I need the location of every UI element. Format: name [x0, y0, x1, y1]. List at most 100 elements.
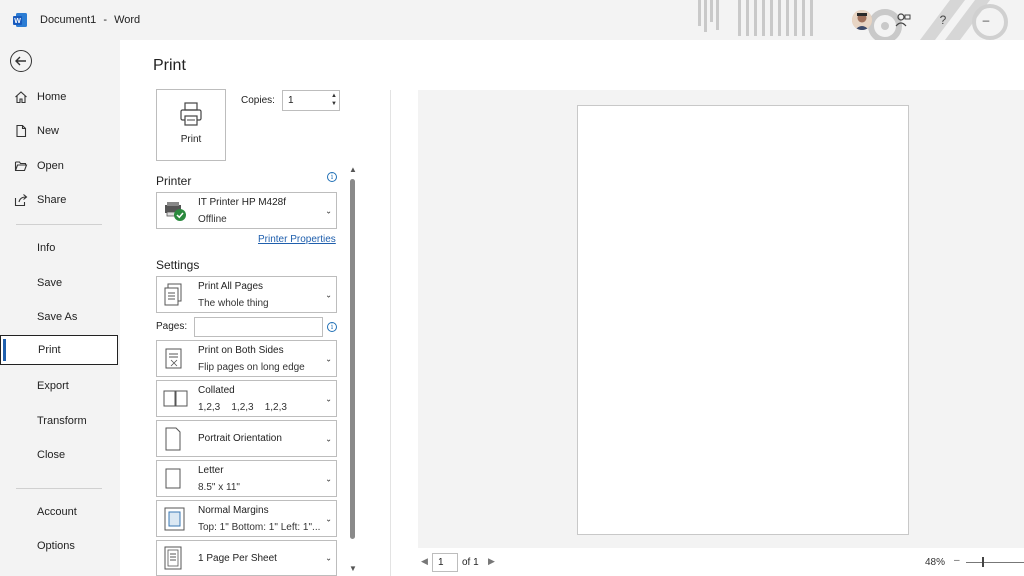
print-range-select[interactable]: Print All Pages The whole thing ⌄	[156, 276, 337, 313]
printer-status-icon	[165, 201, 186, 221]
duplex-icon	[165, 348, 182, 368]
orientation-title: Portrait Orientation	[198, 433, 282, 444]
nav-item-transform[interactable]: Transform	[0, 406, 118, 436]
page-title: Print	[153, 57, 186, 74]
print-range-desc: The whole thing	[198, 298, 269, 309]
pages-info-icon[interactable]: i	[327, 322, 337, 332]
back-arrow-icon	[15, 56, 26, 66]
nav-label-save-as: Save As	[37, 311, 78, 323]
copies-value: 1	[288, 95, 294, 106]
copies-label: Copies:	[241, 95, 275, 106]
print-button-label: Print	[180, 134, 202, 145]
panel-divider	[390, 90, 391, 576]
print-button[interactable]: Print	[156, 89, 226, 161]
copies-stepper[interactable]: 1 ▲ ▼	[282, 90, 340, 111]
folder-open-icon	[14, 161, 28, 172]
print-view: Print Print Copies: 1 ▲ ▼ Printer i IT Pr…	[120, 40, 1024, 576]
nav-label-close: Close	[37, 449, 66, 461]
zoom-out-icon[interactable]: –	[954, 555, 960, 566]
zoom-slider-thumb[interactable]	[982, 557, 984, 567]
nav-label-save: Save	[37, 277, 63, 289]
collation-select[interactable]: Collated 1,2,3 1,2,3 1,2,3 ⌄	[156, 380, 337, 417]
scroll-thumb[interactable]	[350, 179, 355, 539]
paper-size-select[interactable]: Letter 8.5" x 11" ⌄	[156, 460, 337, 497]
scroll-up-arrow-icon[interactable]: ▲	[349, 165, 357, 174]
app-name: Word	[114, 14, 141, 26]
collation-title: Collated	[198, 385, 235, 396]
backstage-nav: Home New Open Share Info Save Save As Pr…	[0, 40, 120, 576]
printer-icon	[180, 102, 202, 126]
nav-label-info: Info	[37, 242, 56, 254]
nav-item-save[interactable]: Save	[0, 268, 118, 298]
nav-item-export[interactable]: Export	[0, 371, 118, 401]
nav-item-open[interactable]: Open	[0, 151, 118, 181]
chevron-down-icon: ⌄	[325, 474, 332, 483]
share-icon	[14, 194, 28, 207]
nav-label-account: Account	[37, 506, 77, 518]
nav-item-close[interactable]: Close	[0, 440, 118, 470]
printer-info-icon[interactable]: i	[327, 172, 337, 182]
preview-page	[577, 105, 909, 535]
nav-item-home[interactable]: Home	[0, 82, 118, 112]
nav-label-export: Export	[37, 380, 69, 392]
printer-select[interactable]: IT Printer HP M428f Offline ⌄	[156, 192, 337, 229]
nav-label-share: Share	[37, 194, 67, 206]
printer-section-title: Printer	[156, 174, 192, 188]
margins-title: Normal Margins	[198, 505, 269, 516]
chevron-down-icon: ⌄	[325, 206, 332, 215]
collated-icon	[163, 390, 188, 406]
page-number-input[interactable]: 1	[432, 553, 458, 572]
coauthoring-icon[interactable]	[895, 12, 911, 28]
nav-item-print[interactable]: Print	[0, 335, 118, 365]
duplex-desc: Flip pages on long edge	[198, 362, 305, 373]
help-icon[interactable]: ?	[935, 12, 951, 28]
printer-properties-link[interactable]: Printer Properties	[258, 234, 336, 245]
pages-label: Pages:	[156, 321, 188, 332]
new-doc-icon	[16, 124, 27, 138]
margins-select[interactable]: Normal Margins Top: 1" Bottom: 1" Left: …	[156, 500, 337, 537]
copies-spinner[interactable]: ▲ ▼	[331, 92, 337, 108]
nav-item-account[interactable]: Account	[0, 497, 118, 527]
back-button[interactable]	[10, 50, 32, 72]
nav-item-options[interactable]: Options	[0, 531, 118, 561]
zoom-slider[interactable]	[966, 562, 1024, 563]
preview-footer: ◀ 1 of 1 ▶ 48% –	[418, 548, 1024, 576]
nav-label-print: Print	[38, 344, 61, 356]
margins-desc: Top: 1" Bottom: 1" Left: 1"...	[198, 522, 321, 533]
print-range-title: Print All Pages	[198, 281, 264, 292]
chevron-down-icon: ⌄	[325, 290, 332, 299]
pages-input[interactable]	[194, 317, 323, 337]
chevron-down-icon: ⌄	[325, 514, 332, 523]
pages-per-sheet-icon	[164, 546, 182, 570]
nav-item-info[interactable]: Info	[0, 233, 118, 263]
duplex-select[interactable]: Print on Both Sides Flip pages on long e…	[156, 340, 337, 377]
chevron-down-icon: ⌄	[325, 434, 332, 443]
zoom-level[interactable]: 48%	[925, 557, 945, 568]
pages-per-sheet-select[interactable]: 1 Page Per Sheet ⌄	[156, 540, 337, 576]
printer-status: Offline	[198, 214, 227, 225]
minimize-icon[interactable]: –	[978, 12, 994, 28]
previous-page-icon[interactable]: ◀	[421, 556, 428, 567]
home-icon	[15, 91, 27, 104]
chevron-down-icon: ⌄	[325, 394, 332, 403]
chevron-down-icon: ⌄	[325, 553, 332, 563]
title-bar: W Document1 - Word ? –	[0, 0, 1024, 40]
collation-desc: 1,2,3 1,2,3 1,2,3	[198, 402, 287, 413]
nav-label-options: Options	[37, 540, 75, 552]
portrait-icon	[165, 427, 181, 450]
nav-item-share[interactable]: Share	[0, 185, 118, 215]
nav-label-transform: Transform	[37, 415, 87, 427]
title-separator: -	[103, 14, 107, 26]
pages-icon	[164, 283, 182, 305]
settings-scrollbar[interactable]: ▲ ▼	[349, 165, 357, 573]
page-number-value: 1	[438, 557, 444, 568]
paper-size-desc: 8.5" x 11"	[198, 482, 240, 493]
orientation-select[interactable]: Portrait Orientation ⌄	[156, 420, 337, 457]
nav-item-new[interactable]: New	[0, 116, 118, 146]
scroll-down-arrow-icon[interactable]: ▼	[349, 564, 357, 573]
word-logo-icon: W	[13, 13, 27, 27]
nav-item-save-as[interactable]: Save As	[0, 302, 118, 332]
user-avatar[interactable]	[852, 10, 872, 30]
svg-text:W: W	[14, 18, 21, 25]
next-page-icon[interactable]: ▶	[488, 556, 495, 567]
